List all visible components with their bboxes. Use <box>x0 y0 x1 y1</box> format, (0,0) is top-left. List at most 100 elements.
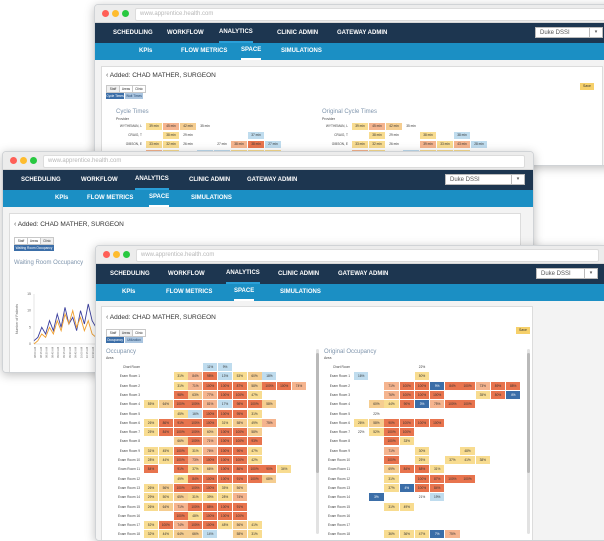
close-window-icon[interactable] <box>103 251 110 258</box>
cycle-time-cell[interactable]: 27 min <box>265 141 281 148</box>
original-occupancy-cell[interactable]: 22% <box>414 363 430 371</box>
original-occupancy-cell[interactable]: 3% <box>369 493 384 502</box>
back-chevron-icon[interactable]: ‹ <box>106 314 108 321</box>
occupancy-cell[interactable]: 91% <box>232 502 247 511</box>
nav-analytics[interactable]: ANALYTICS <box>219 23 253 43</box>
occupancy-cell[interactable]: 100% <box>232 511 247 520</box>
occupancy-cell[interactable]: 48% <box>188 511 203 520</box>
occupancy-cell[interactable]: 55% <box>144 400 158 409</box>
occupancy-cell[interactable]: 100% <box>218 390 232 399</box>
occupancy-cell[interactable]: 100% <box>203 456 218 464</box>
occupancy-cell[interactable]: 49% <box>247 418 262 427</box>
occupancy-cell[interactable]: 100% <box>188 502 203 511</box>
occupancy-cell[interactable]: 34% <box>277 465 292 474</box>
occupancy-cell[interactable]: 74% <box>173 521 188 530</box>
original-occupancy-cell[interactable]: 33% <box>399 437 414 446</box>
original-occupancy-cell[interactable]: 35% <box>475 390 490 399</box>
occupancy-cell[interactable]: 31% <box>188 446 203 455</box>
occupancy-cell[interactable]: 100% <box>203 418 218 427</box>
original-occupancy-cell[interactable]: 22% <box>354 428 369 437</box>
occupancy-cell[interactable]: 65% <box>173 493 188 502</box>
occupancy-cell[interactable]: 9% <box>218 363 232 371</box>
occupancy-cell[interactable]: 77% <box>203 390 218 399</box>
original-cycle-time-cell[interactable] <box>352 132 368 139</box>
original-cycle-time-cell[interactable] <box>403 141 419 148</box>
occupancy-cell[interactable]: 31% <box>173 381 188 390</box>
original-occupancy-cell[interactable]: 100% <box>414 483 430 492</box>
original-occupancy-cell[interactable]: 60% <box>369 400 384 409</box>
original-occupancy-cell[interactable]: 89% <box>490 381 506 390</box>
original-occupancy-cell[interactable]: 31% <box>384 474 399 483</box>
subnav-kpis[interactable]: KPIs <box>55 190 68 207</box>
occupancy-cell[interactable]: 11% <box>203 363 218 371</box>
cycle-time-cell[interactable] <box>231 132 247 139</box>
occupancy-cell[interactable]: 71% <box>173 502 188 511</box>
tab-staff[interactable]: Staff <box>14 237 28 245</box>
original-cycle-time-cell[interactable]: 39 min <box>420 141 436 148</box>
occupancy-cell[interactable]: 31% <box>247 530 262 539</box>
occupancy-cell[interactable]: 91% <box>173 418 188 427</box>
cycle-time-cell[interactable]: 38 min <box>163 132 179 139</box>
occupancy-cell[interactable]: 75% <box>262 418 277 427</box>
close-window-icon[interactable] <box>102 10 109 17</box>
occupancy-cell[interactable]: 84% <box>158 428 173 437</box>
nav-analytics[interactable]: ANALYTICS <box>135 170 169 190</box>
original-occupancy-cell[interactable]: 100% <box>460 400 475 409</box>
url-bar[interactable]: www.apprentice.health.com <box>136 249 599 262</box>
original-cycle-time-cell[interactable]: 33 min <box>352 141 368 148</box>
occupancy-cell[interactable]: 58% <box>232 418 247 427</box>
maximize-window-icon[interactable] <box>30 157 37 164</box>
occupancy-cell[interactable]: 100% <box>173 483 188 492</box>
cycle-time-cell[interactable] <box>214 132 230 139</box>
occupancy-cell[interactable]: 88% <box>203 502 218 511</box>
cycle-time-cell[interactable]: 39 min <box>146 123 162 130</box>
occupancy-cell[interactable]: 100% <box>203 381 218 390</box>
original-occupancy-cell[interactable]: 9% <box>430 381 445 390</box>
nav-clinic-admin[interactable]: CLINIC ADMIN <box>189 170 230 190</box>
subnav-simulations[interactable]: SIMULATIONS <box>280 284 321 301</box>
org-select[interactable]: Duke DSSI ▾ <box>445 174 525 185</box>
nav-gateway-admin[interactable]: GATEWAY ADMIN <box>337 23 387 43</box>
original-occupancy-cell[interactable]: 100% <box>414 381 430 390</box>
nav-workflow[interactable]: WORKFLOW <box>168 264 205 284</box>
occupancy-cell[interactable]: 84% <box>144 465 158 474</box>
occupancy-cell[interactable]: 76% <box>203 446 218 455</box>
occupancy-cell[interactable]: 98% <box>173 390 188 399</box>
occupancy-cell[interactable]: 52% <box>144 521 158 530</box>
original-occupancy-cell[interactable]: 100% <box>414 390 430 399</box>
original-occupancy-cell[interactable]: 87% <box>430 474 445 483</box>
occupancy-cell[interactable]: 41% <box>247 521 262 530</box>
cycle-time-cell[interactable]: 38 min <box>231 141 247 148</box>
org-select[interactable]: Duke DSSI ▾ <box>535 27 603 38</box>
occupancy-cell[interactable]: 100% <box>232 428 247 437</box>
close-window-icon[interactable] <box>10 157 17 164</box>
occupancy-cell[interactable]: 13% <box>218 372 232 381</box>
occupancy-cell[interactable]: 66% <box>203 465 218 474</box>
original-occupancy-cell[interactable]: 71% <box>384 446 399 455</box>
occupancy-cell[interactable]: 100% <box>203 521 218 530</box>
cycle-time-cell[interactable]: 33 min <box>146 141 162 148</box>
occupancy-cell[interactable]: 100% <box>173 511 188 520</box>
occupancy-cell[interactable]: 28% <box>144 456 158 464</box>
minimize-window-icon[interactable] <box>20 157 27 164</box>
cycle-time-cell[interactable]: 27 min <box>214 141 230 148</box>
tab-areas[interactable]: Areas <box>119 329 133 337</box>
original-cycle-time-cell[interactable]: 28 min <box>471 141 487 148</box>
occupancy-cell[interactable]: 100% <box>247 474 262 483</box>
original-occupancy-cell[interactable]: 58% <box>369 418 384 427</box>
subtab-wait-times[interactable]: Wait Times <box>125 93 143 99</box>
original-occupancy-cell[interactable]: 100% <box>384 456 399 464</box>
original-occupancy-cell[interactable]: 4% <box>506 390 521 399</box>
occupancy-cell[interactable]: 66% <box>188 530 203 539</box>
original-occupancy-cell[interactable]: 100% <box>430 390 445 399</box>
occupancy-cell[interactable]: 17% <box>218 400 232 409</box>
original-occupancy-cell[interactable]: 25% <box>414 456 430 464</box>
occupancy-cell[interactable]: 29% <box>144 493 158 502</box>
occupancy-cell[interactable]: 90% <box>232 446 247 455</box>
subnav-space[interactable]: SPACE <box>234 284 255 301</box>
tab-staff[interactable]: Staff <box>106 329 120 337</box>
original-occupancy-cell[interactable]: 80% <box>490 390 506 399</box>
original-occupancy-cell[interactable]: 26% <box>354 418 369 427</box>
original-occupancy-cell[interactable]: 22% <box>369 409 384 418</box>
original-cycle-time-cell[interactable]: 29 min <box>386 132 402 139</box>
